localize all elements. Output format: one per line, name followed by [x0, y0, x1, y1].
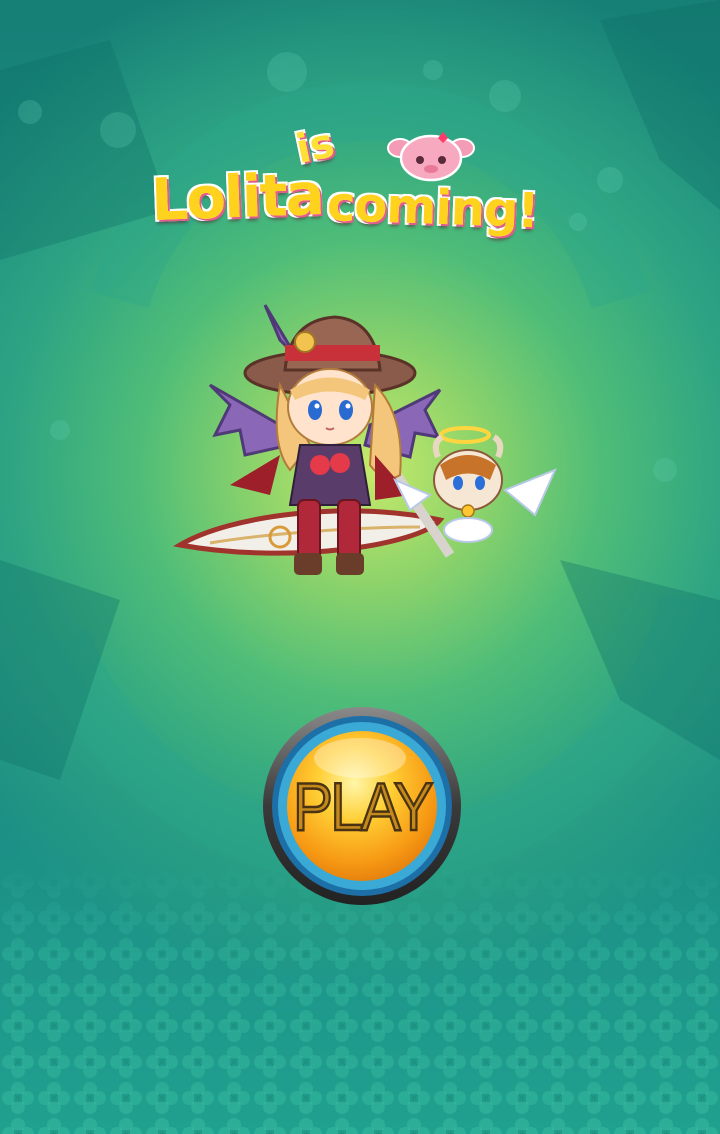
pink-pig-icon: [387, 132, 475, 182]
game-title-logo: Lolita is coming!: [130, 120, 570, 248]
play-button[interactable]: PLAY: [262, 706, 462, 906]
hero-character-art: [173, 304, 557, 575]
play-button-label: PLAY: [292, 768, 435, 847]
game-start-screen: Lolita is coming! PLAY: [0, 0, 720, 1134]
